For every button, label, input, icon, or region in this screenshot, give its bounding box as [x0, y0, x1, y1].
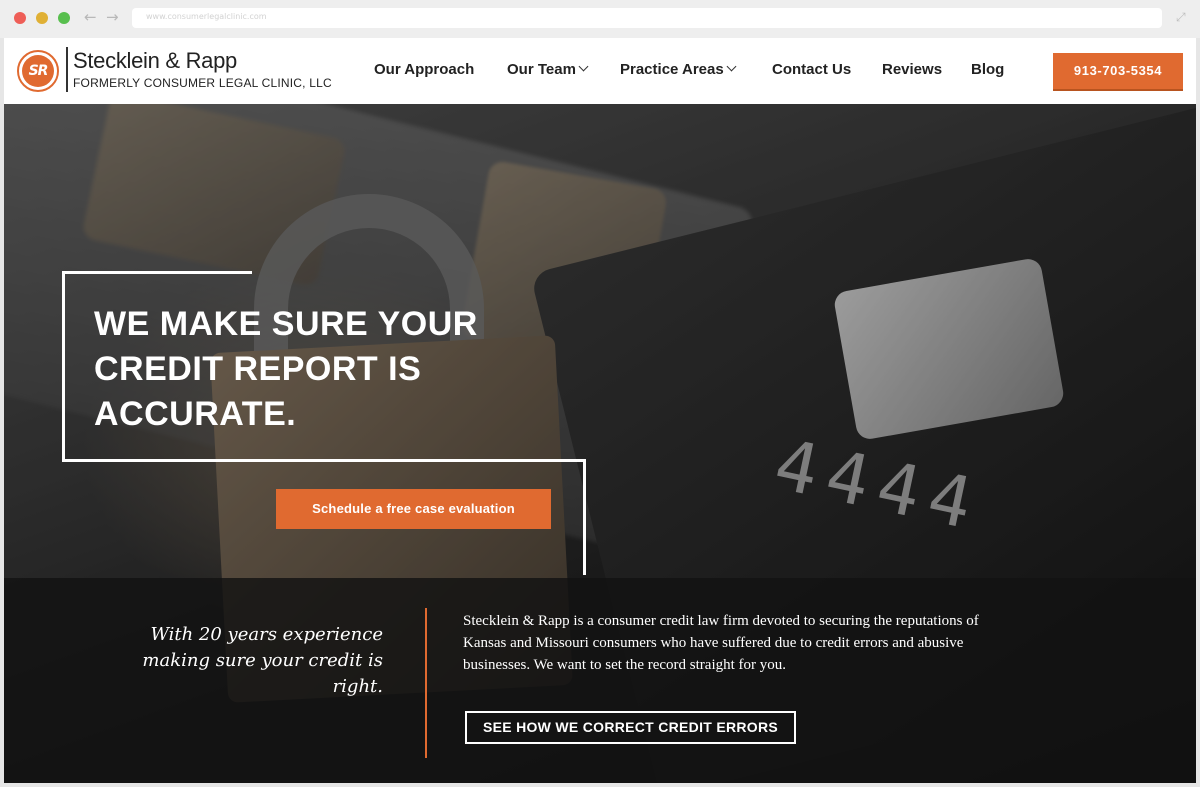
close-window-button[interactable]: [14, 12, 26, 24]
browser-chrome: ← → www.consumerlegalclinic.com ⤢: [0, 0, 1200, 38]
nav-item-contact-us[interactable]: Contact Us: [772, 61, 851, 78]
correct-credit-errors-button[interactable]: SEE HOW WE CORRECT CREDIT ERRORS: [465, 711, 796, 744]
web-page: SR Stecklein & Rapp FORMERLY CONSUMER LE…: [4, 38, 1196, 783]
title-frame-line: [62, 459, 586, 462]
band-divider: [425, 608, 427, 758]
firm-description: Stecklein & Rapp is a consumer credit la…: [463, 613, 979, 673]
chevron-down-icon: [726, 61, 737, 72]
experience-quote: With 20 years experience making sure you…: [142, 624, 383, 697]
hero-title: WE MAKE SURE YOUR CREDIT REPORT IS ACCUR…: [94, 302, 554, 437]
intro-band: With 20 years experience making sure you…: [4, 578, 1196, 783]
logo-icon[interactable]: SR: [17, 50, 59, 92]
fullscreen-icon[interactable]: ⤢: [1176, 10, 1186, 25]
phone-button[interactable]: 913-703-5354: [1053, 53, 1183, 89]
site-header: SR Stecklein & Rapp FORMERLY CONSUMER LE…: [4, 38, 1196, 104]
schedule-evaluation-button[interactable]: Schedule a free case evaluation: [276, 489, 551, 529]
nav-label: Our Approach: [374, 61, 475, 78]
nav-label: Contact Us: [772, 61, 852, 78]
hero-section: 4444 WE MAKE SURE YOUR CREDIT REPORT IS …: [4, 104, 1196, 783]
nav-label: Practice Areas: [620, 61, 724, 78]
nav-item-practice-areas[interactable]: Practice Areas: [620, 61, 737, 78]
forward-arrow-icon[interactable]: →: [106, 9, 120, 25]
zoom-window-button[interactable]: [58, 12, 70, 24]
minimize-window-button[interactable]: [36, 12, 48, 24]
nav-label: Reviews: [882, 61, 943, 78]
logo-subtitle: FORMERLY CONSUMER LEGAL CLINIC, LLC: [73, 76, 332, 90]
nav-item-blog[interactable]: Blog: [971, 61, 1004, 78]
nav-item-reviews[interactable]: Reviews: [882, 61, 942, 78]
logo-divider: [66, 47, 68, 92]
nav-label: Our Team: [507, 61, 576, 78]
logo-initials: SR: [22, 55, 54, 87]
nav-item-our-team[interactable]: Our Team: [507, 61, 589, 78]
hero-title-line: WE MAKE SURE YOUR: [94, 305, 478, 343]
logo-name[interactable]: Stecklein & Rapp: [73, 48, 237, 74]
hero-title-line: CREDIT REPORT IS: [94, 350, 422, 388]
back-arrow-icon[interactable]: ←: [84, 9, 98, 25]
url-text: www.consumerlegalclinic.com: [146, 12, 267, 21]
nav-item-our-approach[interactable]: Our Approach: [374, 61, 474, 78]
nav-label: Blog: [971, 61, 1005, 78]
chevron-down-icon: [578, 61, 589, 72]
title-frame-line: [583, 459, 586, 575]
hero-title-line: ACCURATE.: [94, 395, 297, 433]
address-bar[interactable]: www.consumerlegalclinic.com: [132, 8, 1162, 28]
